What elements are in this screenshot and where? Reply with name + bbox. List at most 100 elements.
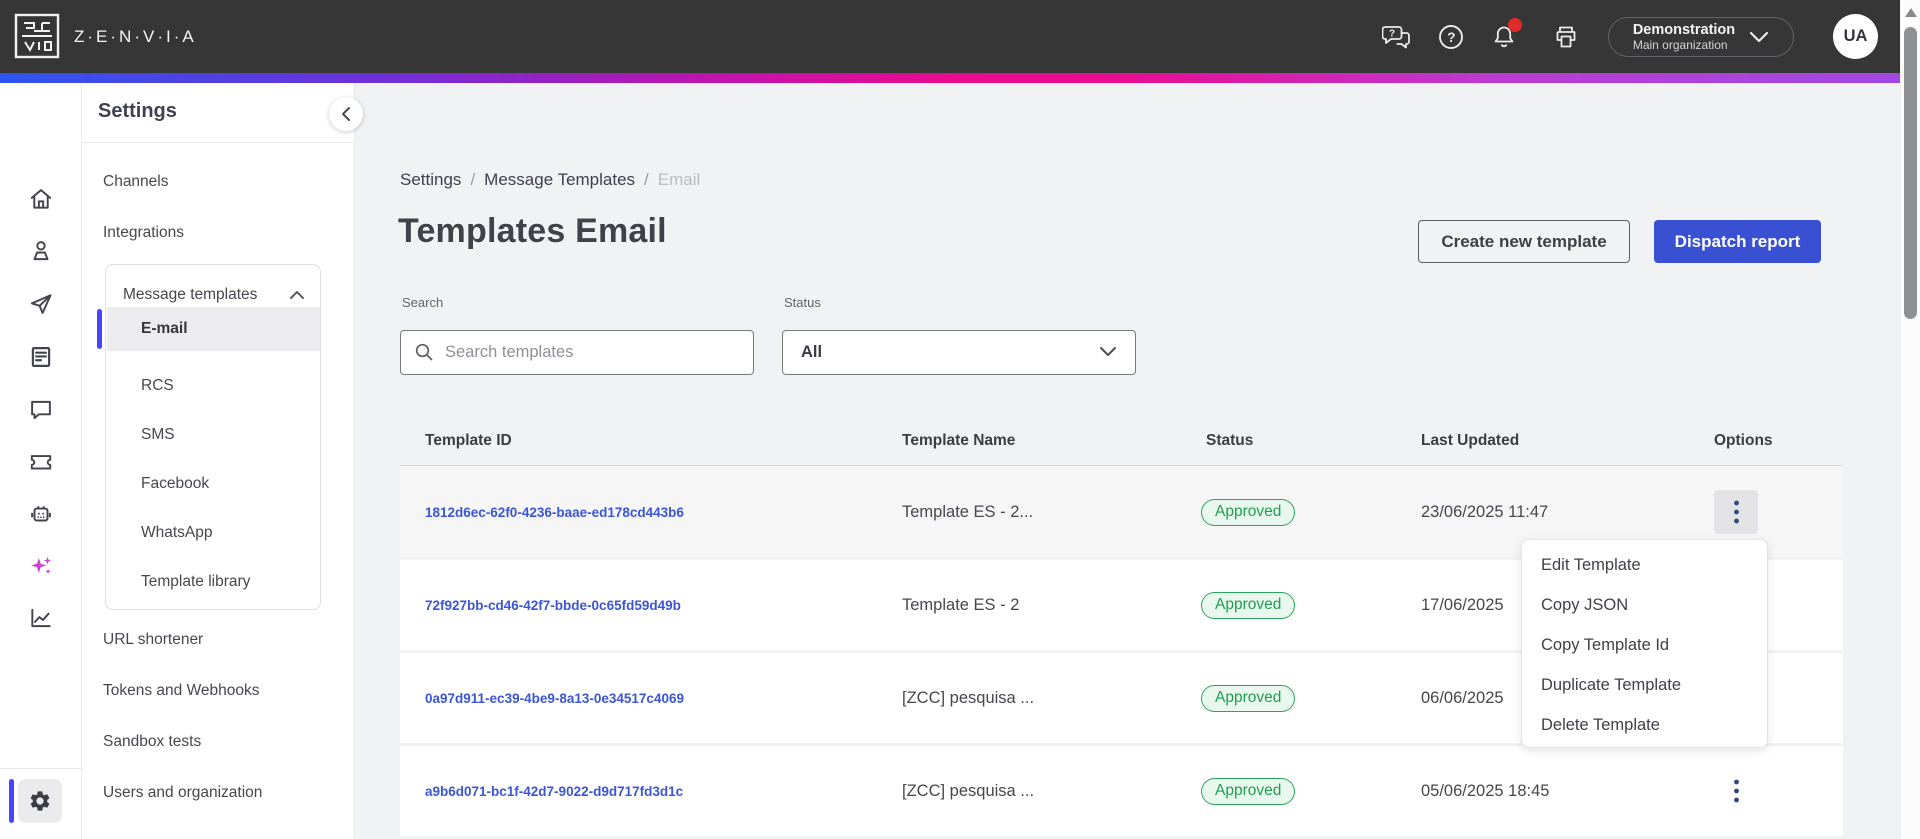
template-name: [ZCC] pesquisa ... [902, 688, 1035, 707]
svg-text:?: ? [1447, 30, 1455, 45]
sidebar-item-rcs[interactable]: RCS [141, 377, 174, 395]
ai-sparkles-icon[interactable] [27, 552, 55, 580]
zenvia-logo[interactable] [14, 13, 60, 59]
email-label: E-mail [141, 320, 188, 337]
organization-subtitle: Main organization [1632, 38, 1728, 52]
sidebar-item-template-library[interactable]: Template library [141, 573, 250, 591]
sidebar-item-url-shortener[interactable]: URL shortener [103, 631, 203, 649]
sidebar-item-channels[interactable]: Channels [103, 173, 169, 191]
status-badge: Approved [1201, 591, 1296, 619]
status-badge: Approved [1201, 777, 1296, 805]
row-options-button[interactable] [1714, 490, 1758, 534]
template-id-link[interactable]: 72f927bb-cd46-42f7-bbde-0c65fd59d49b [425, 598, 681, 613]
menu-item-duplicate-template[interactable]: Duplicate Template [1522, 665, 1767, 705]
topbar: Z·E·N·V·I·A ? ? Demonstration Main organ… [0, 0, 1920, 73]
last-updated: 06/06/2025 [1421, 688, 1504, 707]
help-icon[interactable]: ? [1431, 0, 1471, 73]
ticket-icon[interactable] [27, 448, 55, 476]
collapse-panel-button[interactable] [329, 97, 363, 131]
kebab-icon [1733, 779, 1739, 803]
avatar[interactable]: UA [1833, 14, 1878, 59]
organization-name: Demonstration [1632, 22, 1736, 38]
chevron-down-icon [1750, 31, 1769, 43]
breadcrumb-separator: / [644, 170, 649, 189]
menu-item-delete-template[interactable]: Delete Template [1522, 705, 1767, 745]
print-icon[interactable] [1546, 0, 1586, 73]
template-id-link[interactable]: a9b6d071-bc1f-42d7-9022-d9d717fd3d1c [425, 784, 683, 799]
email-active-indicator [97, 309, 102, 349]
chevron-left-icon [342, 107, 350, 121]
chat-icon[interactable] [27, 396, 55, 424]
search-label: Search [402, 295, 444, 310]
breadcrumb-separator: / [470, 170, 476, 189]
status-select[interactable]: All [782, 330, 1136, 375]
col-template-id: Template ID [425, 432, 512, 449]
row-options-button[interactable] [1714, 769, 1758, 813]
home-icon[interactable] [27, 185, 55, 213]
panel-divider [82, 142, 355, 143]
chevron-down-icon [1100, 347, 1116, 356]
menu-item-edit-template[interactable]: Edit Template [1522, 545, 1767, 585]
breadcrumb-email: Email [657, 170, 701, 189]
col-template-name: Template Name [902, 432, 1016, 449]
table-row: a9b6d071-bc1f-42d7-9022-d9d717fd3d1c [ZC… [400, 746, 1843, 836]
settings-gear-icon[interactable] [18, 779, 62, 823]
breadcrumb-message-templates[interactable]: Message Templates [484, 170, 635, 190]
notifications-bell-icon[interactable] [1484, 0, 1524, 73]
search-field [400, 330, 754, 375]
last-updated: 17/06/2025 [1421, 595, 1504, 614]
menu-item-copy-json[interactable]: Copy JSON [1522, 585, 1767, 625]
dispatch-report-button[interactable]: Dispatch report [1654, 220, 1821, 263]
last-updated: 05/06/2025 18:45 [1421, 781, 1550, 800]
organization-selector[interactable]: Demonstration Main organization [1608, 17, 1794, 57]
svg-text:?: ? [1389, 28, 1395, 39]
template-name: Template ES - 2... [902, 502, 1034, 521]
notification-badge [1508, 18, 1522, 32]
breadcrumb-settings[interactable]: Settings [400, 170, 461, 190]
template-id-link[interactable]: 0a97d911-ec39-4be9-8a13-0e34517c4069 [425, 691, 684, 706]
row-options-menu: Edit Template Copy JSON Copy Template Id… [1521, 539, 1768, 748]
sidebar-item-whatsapp[interactable]: WhatsApp [141, 524, 213, 542]
sidebar-item-facebook[interactable]: Facebook [141, 475, 209, 493]
feedback-chat-icon[interactable]: ? [1377, 0, 1417, 73]
sidebar-item-users-and-organization[interactable]: Users and organization [103, 784, 262, 802]
col-options: Options [1714, 432, 1773, 449]
sidebar-item-tokens-webhooks[interactable]: Tokens and Webhooks [103, 682, 260, 700]
page: Z·E·N·V·I·A ? ? Demonstration Main organ… [0, 0, 1920, 839]
sidebar-item-sms[interactable]: SMS [141, 426, 175, 444]
status-badge: Approved [1201, 498, 1296, 526]
menu-item-copy-template-id[interactable]: Copy Template Id [1522, 625, 1767, 665]
message-templates-group: Message templates E-mail RCS SMS Faceboo… [97, 264, 321, 610]
search-input[interactable] [400, 330, 754, 375]
settings-active-indicator [9, 779, 14, 823]
col-last-updated: Last Updated [1421, 432, 1520, 449]
create-new-template-button[interactable]: Create new template [1418, 220, 1630, 263]
template-id-link[interactable]: 1812d6ec-62f0-4236-baae-ed178cd443b6 [425, 505, 684, 520]
breadcrumb: Settings / Message Templates / Email [400, 170, 700, 190]
kebab-icon [1733, 500, 1739, 524]
table-header: Template ID Template Name Status Last Up… [400, 420, 1843, 466]
zenvia-logo-icon [14, 13, 60, 59]
analytics-icon[interactable] [27, 604, 55, 632]
icon-rail [0, 83, 82, 839]
send-icon[interactable] [27, 290, 55, 318]
col-status: Status [1206, 432, 1254, 449]
brand-name: Z·E·N·V·I·A [74, 26, 197, 46]
sidebar-item-integrations[interactable]: Integrations [103, 224, 184, 242]
sidebar-item-sandbox-tests[interactable]: Sandbox tests [103, 733, 201, 751]
scrollbar-thumb[interactable] [1904, 27, 1917, 319]
rail-divider [0, 768, 82, 769]
last-updated: 23/06/2025 11:47 [1421, 502, 1549, 521]
scrollbar-up-arrow[interactable] [1905, 8, 1917, 17]
contacts-icon[interactable] [27, 237, 55, 265]
bot-icon[interactable] [27, 500, 55, 528]
status-select-value: All [801, 343, 823, 361]
sidebar-item-email[interactable]: E-mail [107, 307, 320, 351]
status-badge: Approved [1201, 684, 1296, 712]
template-name: [ZCC] pesquisa ... [902, 781, 1035, 800]
settings-panel: Settings Channels Integrations Message t… [82, 83, 363, 839]
sidebar-item-message-templates[interactable]: Message templates [123, 286, 305, 304]
page-title: Templates Email [398, 212, 667, 250]
chevron-up-icon [290, 291, 304, 299]
documents-icon[interactable] [27, 343, 55, 371]
